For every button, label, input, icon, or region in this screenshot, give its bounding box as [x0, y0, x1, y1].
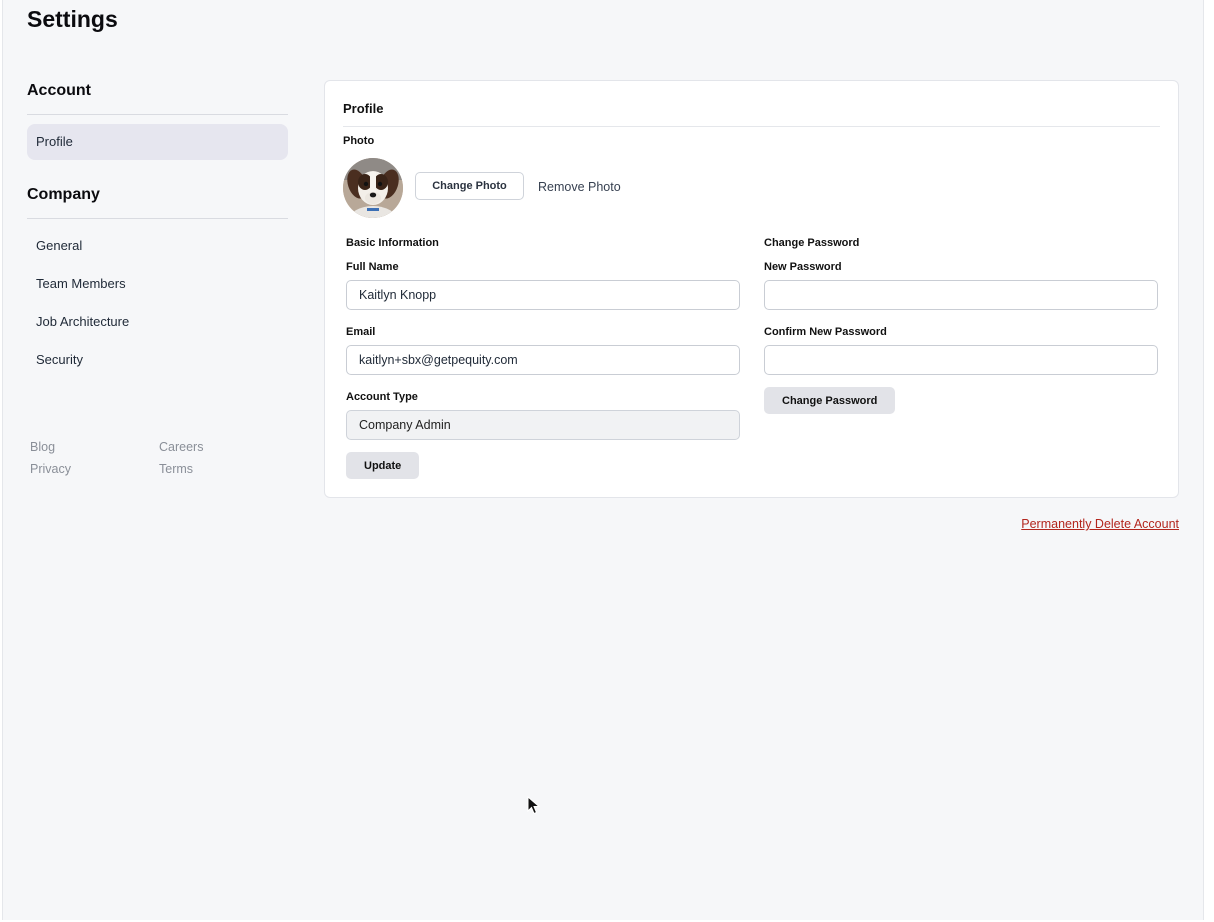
sidebar-item-general[interactable]: General [27, 227, 288, 265]
update-button[interactable]: Update [346, 452, 420, 479]
confirm-password-input[interactable] [764, 345, 1158, 375]
sidebar-heading-account: Account [27, 80, 288, 115]
basic-information-section: Basic Information Full Name Email Accoun… [346, 237, 740, 479]
change-password-heading: Change Password [764, 237, 860, 249]
new-password-input[interactable] [764, 280, 1158, 310]
dog-avatar-icon [343, 158, 403, 218]
footer-links: Blog Careers Privacy Terms [30, 440, 230, 476]
email-label: Email [346, 326, 376, 338]
remove-photo-button[interactable]: Remove Photo [538, 180, 621, 194]
change-password-button[interactable]: Change Password [764, 387, 896, 414]
change-password-section: Change Password New Password Confirm New… [764, 237, 1158, 414]
sidebar-item-team-members[interactable]: Team Members [27, 265, 288, 303]
account-type-field [346, 410, 740, 440]
profile-card: Profile Photo Change Photo Remove Photo … [324, 80, 1179, 498]
card-divider [343, 126, 1160, 127]
new-password-label: New Password [764, 261, 842, 273]
full-name-label: Full Name [346, 261, 399, 273]
sidebar-item-profile[interactable]: Profile [27, 124, 288, 160]
company-nav-list: General Team Members Job Architecture Se… [27, 227, 288, 379]
settings-page: Settings Account Profile Company General… [2, 0, 1204, 920]
avatar [343, 158, 403, 218]
footer-link-terms[interactable]: Terms [159, 462, 239, 476]
email-input[interactable] [346, 345, 740, 375]
sidebar-item-security[interactable]: Security [27, 341, 288, 379]
page-title: Settings [27, 6, 118, 32]
account-type-label: Account Type [346, 391, 418, 403]
footer-link-privacy[interactable]: Privacy [30, 462, 159, 476]
photo-label: Photo [343, 135, 375, 147]
delete-account-link[interactable]: Permanently Delete Account [1021, 517, 1179, 531]
profile-card-title: Profile [343, 101, 384, 116]
confirm-password-label: Confirm New Password [764, 326, 887, 338]
footer-link-blog[interactable]: Blog [30, 440, 159, 454]
sidebar-heading-company: Company [27, 186, 288, 219]
footer-link-careers[interactable]: Careers [159, 440, 239, 454]
full-name-input[interactable] [346, 280, 740, 310]
sidebar-item-job-architecture[interactable]: Job Architecture [27, 303, 288, 341]
change-photo-button[interactable]: Change Photo [415, 172, 524, 200]
mouse-cursor-icon [527, 796, 541, 815]
basic-information-heading: Basic Information [346, 237, 439, 249]
settings-sidebar: Account Profile Company General Team Mem… [27, 80, 288, 379]
